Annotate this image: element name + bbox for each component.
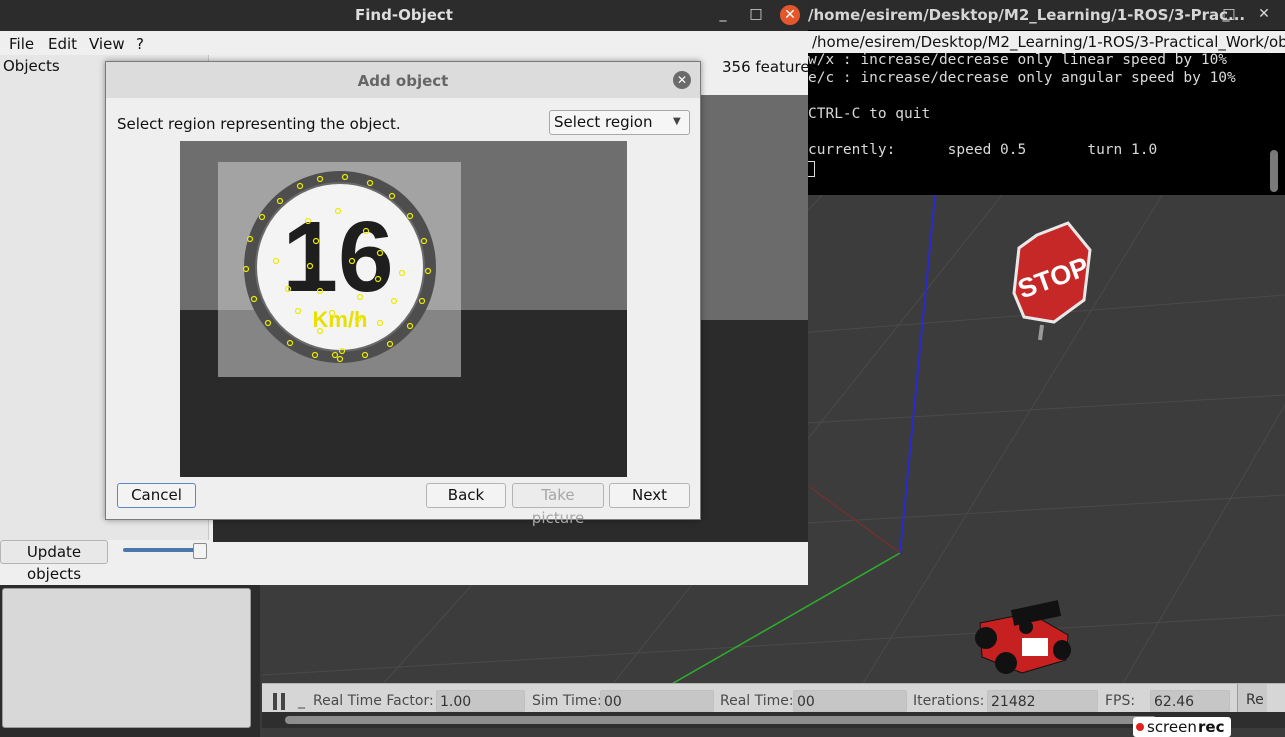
- terminal-line: CTRL-C to quit: [808, 106, 931, 122]
- cancel-button[interactable]: Cancel: [117, 483, 196, 508]
- terminal-cursor: [808, 161, 815, 177]
- threshold-slider-handle[interactable]: [193, 543, 207, 559]
- x-axis: [809, 486, 901, 554]
- real-time-label: Real Time:: [720, 693, 794, 709]
- robot[interactable]: [975, 600, 1071, 674]
- features-count: 356 features: [722, 58, 818, 76]
- sim-time-value: 00 00:21:11.580: [600, 690, 714, 732]
- take-picture-button[interactable]: Take picture: [512, 483, 604, 527]
- find-object-close-button[interactable]: ✕: [780, 5, 800, 25]
- pause-icon[interactable]: [273, 693, 287, 710]
- z-axis: [899, 195, 936, 554]
- menu-help[interactable]: ?: [136, 35, 144, 53]
- menu-file[interactable]: File: [9, 35, 34, 53]
- find-object-minimize-button[interactable]: _: [713, 6, 733, 22]
- dialog-instruction: Select region representing the object.: [117, 115, 401, 133]
- terminal-close-button[interactable]: ✕: [1254, 6, 1274, 22]
- fps-label: FPS:: [1105, 693, 1136, 709]
- terminal-maximize-button[interactable]: □: [1219, 6, 1239, 22]
- stop-sign[interactable]: STOP: [1012, 221, 1093, 341]
- real-time-factor-value: 1.00: [436, 690, 525, 712]
- terminal-line: currently: speed 0.5 turn 1.0: [808, 142, 1158, 158]
- sim-time-label: Sim Time:: [532, 693, 602, 709]
- real-time-factor-label: Real Time Factor:: [313, 693, 434, 709]
- gazebo-side-panel[interactable]: [2, 588, 251, 728]
- find-object-maximize-button[interactable]: □: [746, 6, 766, 22]
- iterations-label: Iterations:: [913, 693, 985, 709]
- terminal-scrollbar[interactable]: [1270, 150, 1278, 192]
- back-button[interactable]: Back: [426, 483, 506, 508]
- sign-number: 16: [282, 201, 393, 313]
- record-dot-icon: [1136, 723, 1144, 731]
- iterations-value: 21482: [987, 690, 1098, 712]
- dialog-close-button[interactable]: ✕: [673, 71, 691, 89]
- objects-label: Objects: [3, 57, 60, 75]
- menu-view[interactable]: View: [89, 35, 125, 53]
- terminal-line: w/x : increase/decrease only linear spee…: [808, 52, 1228, 68]
- screenrec-rec-text: rec: [1198, 718, 1225, 736]
- update-objects-button[interactable]: Update objects: [0, 540, 108, 583]
- menu-edit[interactable]: Edit: [48, 35, 77, 53]
- next-button[interactable]: Next: [609, 483, 690, 508]
- real-time-value: 00 00:03:37.587: [793, 690, 907, 732]
- step-indicator: _: [298, 693, 305, 709]
- terminal-title: /home/esirem/Desktop/M2_Learning/1-ROS/3…: [808, 6, 1246, 24]
- region-select[interactable]: Select region: [549, 110, 690, 135]
- dialog-title: Add object: [357, 72, 449, 90]
- chevron-down-icon: ▼: [673, 116, 681, 127]
- screenrec-screen-text: screen: [1147, 718, 1197, 736]
- object-preview-image[interactable]: 16 Km/h: [180, 141, 627, 477]
- screenrec-badge: screen rec: [1133, 717, 1231, 737]
- gazebo-scrollbar[interactable]: [285, 716, 1157, 724]
- terminal-tab-path[interactable]: /home/esirem/Desktop/M2_Learning/1-ROS/3…: [812, 33, 1285, 51]
- speed-limit-sign: 16 Km/h: [244, 171, 436, 363]
- terminal-line: e/c : increase/decrease only angular spe…: [808, 70, 1236, 86]
- fps-value: 62.46: [1150, 690, 1230, 712]
- find-object-title: Find-Object: [355, 6, 453, 24]
